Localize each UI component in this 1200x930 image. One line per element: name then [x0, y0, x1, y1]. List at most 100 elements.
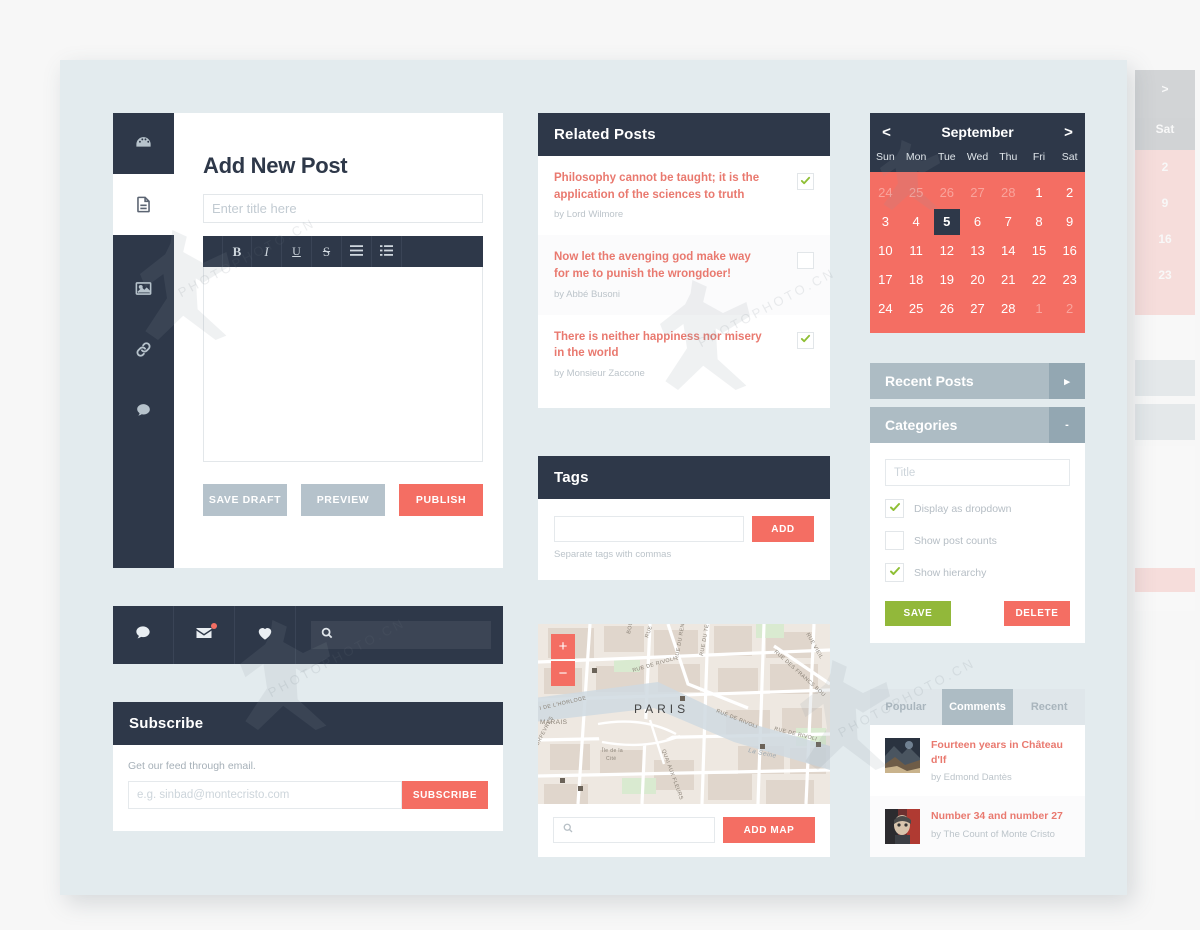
related-post-item[interactable]: Philosophy cannot be taught; it is the a…: [538, 156, 830, 235]
calendar-day[interactable]: 16: [1054, 236, 1085, 265]
calendar-day[interactable]: 4: [901, 207, 932, 236]
canvas: Add New Post B I U S: [60, 60, 1127, 895]
calendar-day[interactable]: 19: [931, 265, 962, 294]
calendar-day[interactable]: 23: [1054, 265, 1085, 294]
tags-input[interactable]: [554, 516, 744, 543]
post-title-input[interactable]: [203, 194, 483, 223]
sidebar-item-posts[interactable]: [113, 174, 174, 235]
tab-popular[interactable]: Popular: [870, 689, 942, 725]
related-post-checkbox[interactable]: [797, 331, 814, 349]
related-post-checkbox[interactable]: [797, 173, 814, 190]
unordered-list-button[interactable]: [342, 236, 372, 267]
add-tag-button[interactable]: ADD: [752, 516, 814, 543]
map-search-input[interactable]: [553, 817, 715, 844]
calendar-prev-button[interactable]: <: [870, 124, 903, 141]
sidebar-item-comments[interactable]: [113, 380, 174, 441]
subscribe-email-input[interactable]: [128, 781, 402, 809]
calendar-day[interactable]: 22: [1024, 265, 1055, 294]
posts-tabs-panel: Popular Comments Recent Fourteen years i…: [870, 689, 1085, 858]
calendar-day[interactable]: 17: [870, 265, 901, 294]
related-post-item[interactable]: Now let the avenging god make way for me…: [538, 235, 830, 315]
display-as-dropdown-checkbox[interactable]: [885, 499, 904, 518]
calendar-day[interactable]: 3: [870, 207, 901, 236]
calendar-day[interactable]: 11: [901, 236, 932, 265]
categories-accordion-header[interactable]: Categories -: [870, 407, 1085, 443]
sidebar-item-media[interactable]: [113, 258, 174, 319]
sidebar-item-links[interactable]: [113, 319, 174, 380]
publish-button[interactable]: PUBLISH: [399, 484, 483, 516]
calendar-day[interactable]: 10: [870, 236, 901, 265]
related-post-checkbox[interactable]: [797, 252, 814, 270]
calendar-day[interactable]: 26: [931, 294, 962, 323]
calendar-day[interactable]: 14: [993, 236, 1024, 265]
tab-comments[interactable]: Comments: [941, 689, 1014, 725]
map-zoom-in-button[interactable]: +: [551, 634, 575, 660]
calendar-day[interactable]: 13: [962, 236, 993, 265]
calendar-day[interactable]: 9: [1054, 207, 1085, 236]
category-option-row[interactable]: Show post counts: [885, 531, 1070, 550]
calendar-day[interactable]: 2: [1054, 178, 1085, 207]
calendar-day[interactable]: 26: [931, 178, 962, 207]
strikethrough-button[interactable]: S: [312, 236, 342, 267]
calendar-day[interactable]: 1: [1024, 178, 1055, 207]
map-city-label: PARIS: [634, 702, 690, 717]
save-category-button[interactable]: SAVE: [885, 601, 951, 626]
calendar-day[interactable]: 1: [1024, 294, 1055, 323]
search-input[interactable]: [311, 621, 491, 649]
calendar-day[interactable]: 12: [931, 236, 962, 265]
chevron-right-icon[interactable]: ▸: [1049, 363, 1085, 399]
calendar-day[interactable]: 7: [993, 207, 1024, 236]
preview-button[interactable]: PREVIEW: [301, 484, 385, 516]
italic-button[interactable]: I: [252, 236, 282, 267]
tab-recent[interactable]: Recent: [1013, 689, 1085, 725]
calendar-day[interactable]: 27: [962, 294, 993, 323]
minus-icon[interactable]: -: [1049, 407, 1085, 443]
calendar-day[interactable]: 20: [962, 265, 993, 294]
ordered-list-button[interactable]: [372, 236, 402, 267]
calendar-day[interactable]: 28: [993, 178, 1024, 207]
save-draft-button[interactable]: SAVE DRAFT: [203, 484, 287, 516]
post-content-area[interactable]: [203, 267, 483, 462]
show-post-counts-checkbox[interactable]: [885, 531, 904, 550]
calendar-day[interactable]: 24: [870, 294, 901, 323]
map-image[interactable]: BOULE RUE QU RUE DE RIVOLI RUE DU RENARD…: [538, 624, 830, 805]
tab-post-title: Fourteen years in Château d'If: [931, 739, 1063, 766]
tab-post-item[interactable]: Fourteen years in Château d'If by Edmond…: [870, 725, 1085, 796]
calendar-day[interactable]: 24: [870, 178, 901, 207]
calendar-next-button[interactable]: >: [1052, 124, 1085, 141]
mail-button[interactable]: [174, 606, 235, 664]
calendar-day[interactable]: 27: [962, 178, 993, 207]
search-icon: [320, 626, 334, 645]
favorite-button[interactable]: [235, 606, 296, 664]
subscribe-button[interactable]: SUBSCRIBE: [402, 781, 488, 809]
post-editor-card: Add New Post B I U S: [113, 113, 503, 568]
delete-category-button[interactable]: DELETE: [1004, 601, 1070, 626]
add-map-button[interactable]: ADD MAP: [723, 817, 815, 844]
bold-button[interactable]: B: [222, 236, 252, 267]
category-option-row[interactable]: Display as dropdown: [885, 499, 1070, 518]
category-title-input[interactable]: [885, 459, 1070, 486]
calendar-day[interactable]: 25: [901, 178, 932, 207]
show-hierarchy-checkbox[interactable]: [885, 563, 904, 582]
calendar-day[interactable]: 18: [901, 265, 932, 294]
map-zoom-out-button[interactable]: −: [551, 661, 575, 687]
calendar-day[interactable]: 6: [962, 207, 993, 236]
sidebar-item-dashboard[interactable]: [113, 113, 174, 174]
underline-button[interactable]: U: [282, 236, 312, 267]
calendar-grid: 24 25 26 27 28 1 2 3 4 5 6 7 8 9 10 11 1…: [870, 172, 1085, 333]
calendar-day[interactable]: 25: [901, 294, 932, 323]
comment-button[interactable]: [113, 606, 174, 664]
calendar-day[interactable]: 28: [993, 294, 1024, 323]
weekday-label: Thu: [999, 151, 1018, 163]
categories-accordion-title: Categories: [885, 417, 958, 433]
calendar-day[interactable]: 2: [1054, 294, 1085, 323]
calendar-day[interactable]: 15: [1024, 236, 1055, 265]
category-option-row[interactable]: Show hierarchy: [885, 563, 1070, 582]
recent-posts-accordion-header[interactable]: Recent Posts ▸: [870, 363, 1085, 399]
calendar-day-selected[interactable]: 5: [931, 207, 962, 236]
related-post-item[interactable]: There is neither happiness nor misery in…: [538, 315, 830, 394]
calendar-day[interactable]: 21: [993, 265, 1024, 294]
calendar-day[interactable]: 8: [1024, 207, 1055, 236]
check-icon: [889, 564, 901, 582]
tab-post-item[interactable]: Number 34 and number 27 by The Count of …: [870, 796, 1085, 858]
